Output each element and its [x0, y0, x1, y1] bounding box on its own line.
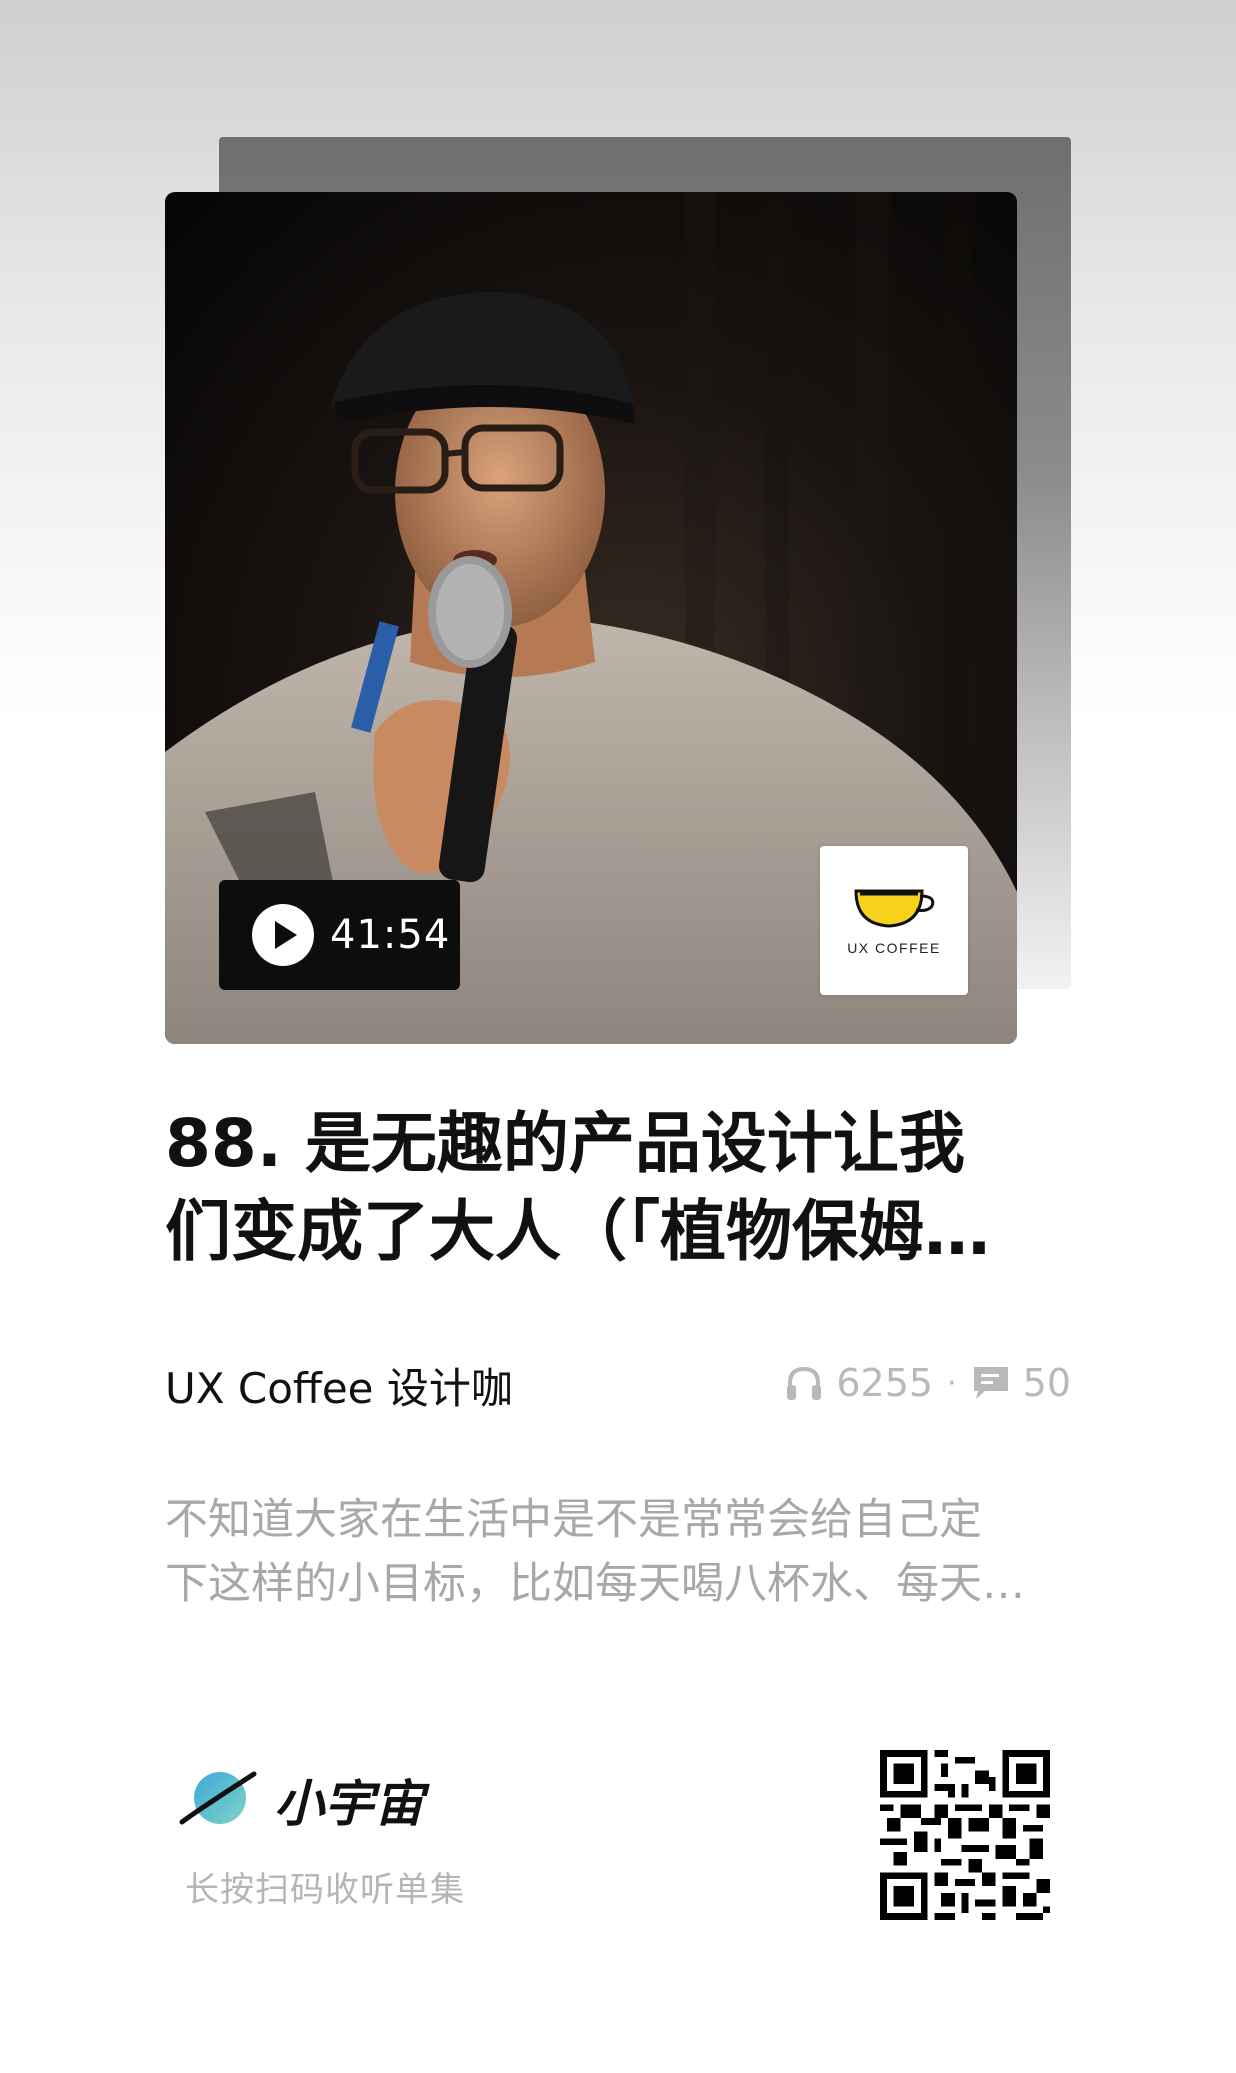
- episode-title[interactable]: 88. 是无趣的产品设计让我 们变成了大人（「植物保姆…: [165, 1100, 1035, 1276]
- app-name: 小宇宙: [274, 1775, 424, 1833]
- episode-duration: 41:54: [330, 912, 451, 958]
- description-line-2: 下这样的小目标，比如每天喝八杯水、每天…: [165, 1559, 1025, 1609]
- comment-count: 50: [1022, 1361, 1071, 1405]
- stats-separator: ·: [947, 1365, 957, 1401]
- play-icon[interactable]: [252, 904, 314, 966]
- episode-stats: 6255 · 50: [784, 1358, 1071, 1408]
- description-line-1: 不知道大家在生活中是不是常常会给自己定: [165, 1495, 982, 1545]
- podcast-name[interactable]: UX Coffee 设计咖: [165, 1355, 513, 1416]
- app-brand: 小宇宙: [178, 1760, 424, 1840]
- title-line-2: 们变成了大人（「植物保姆…: [165, 1193, 990, 1270]
- play-count: 6255: [836, 1361, 934, 1405]
- coffee-cup-icon: [854, 889, 935, 928]
- logo-text: UX COFFEE: [847, 940, 941, 956]
- episode-description: 不知道大家在生活中是不是常常会给自己定 下这样的小目标，比如每天喝八杯水、每天…: [165, 1488, 1075, 1616]
- planet-logo-icon: [179, 1771, 257, 1825]
- podcast-logo: UX COFFEE: [820, 846, 968, 995]
- comment-icon: [973, 1367, 1008, 1399]
- episode-cover[interactable]: 41:54 UX COFFEE: [165, 192, 1017, 1044]
- qr-code[interactable]: [880, 1750, 1050, 1920]
- title-line-1: 88. 是无趣的产品设计让我: [165, 1105, 965, 1182]
- headphones-icon: [787, 1366, 822, 1400]
- scan-hint: 长按扫码收听单集: [185, 1870, 465, 1910]
- play-duration-button[interactable]: 41:54: [219, 880, 460, 990]
